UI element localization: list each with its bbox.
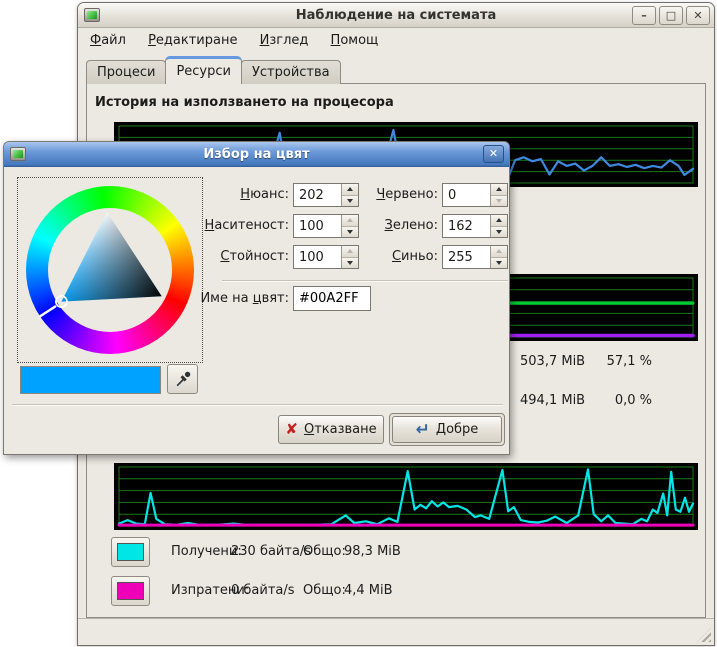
menu-edit[interactable]: Редактиране (140, 29, 245, 53)
hue-ring-marker (39, 306, 56, 317)
blue-input[interactable] (443, 246, 490, 268)
green-spin-up-button[interactable] (491, 215, 507, 226)
blue-label: Синьо: (332, 245, 438, 269)
dialog-close-button[interactable]: ✕ (483, 145, 504, 163)
eyedropper-icon (173, 369, 193, 389)
sent-total-label: Общо: (303, 576, 346, 606)
sent-rate: 0 байта/s (231, 576, 295, 606)
green-spin-down-button[interactable] (491, 226, 507, 238)
blue-spinner (442, 245, 508, 269)
received-total: 98,3 MiB (344, 537, 401, 567)
tab-devices[interactable]: Устройства (241, 60, 341, 84)
received-color-swatch (117, 543, 144, 561)
memory-used-amount: 503,7 MiB (520, 354, 585, 369)
green-label: Зелено: (332, 214, 438, 238)
cpu-section-title: История на използването на процесора (95, 95, 394, 110)
resize-grip[interactable] (697, 628, 711, 642)
window-controls: – □ ✕ (632, 6, 710, 25)
dialog-title: Избор на цвят (4, 142, 509, 167)
cancel-button-label: Отказване (304, 422, 377, 437)
network-history-chart (114, 463, 698, 530)
statusbar (78, 618, 714, 645)
red-spinner (442, 183, 508, 207)
action-separator (12, 404, 503, 406)
red-spin-down-button[interactable] (491, 195, 507, 207)
menu-view[interactable]: Изглед (252, 29, 317, 53)
ok-button[interactable]: ↵ Добре (392, 416, 502, 443)
cancel-x-icon: ✘ (285, 422, 298, 437)
swap-used-amount: 494,1 MiB (520, 393, 585, 408)
color-picker-dialog: Избор на цвят ✕ (3, 141, 510, 455)
green-input[interactable] (443, 215, 490, 237)
sent-color-button[interactable] (111, 576, 150, 606)
cancel-button[interactable]: ✘ Отказване (278, 415, 384, 444)
ok-default-ring: ↵ Добре (389, 413, 505, 446)
color-name-input[interactable] (293, 286, 371, 311)
red-input[interactable] (443, 184, 490, 206)
red-label: Червено: (332, 183, 438, 207)
memory-used-percent: 57,1 % (582, 354, 652, 369)
hue-label: Нюанс: (179, 183, 289, 207)
fields-separator (222, 280, 508, 282)
dialog-titlebar[interactable]: Избор на цвят ✕ (4, 142, 509, 167)
maximize-button[interactable]: □ (659, 6, 683, 25)
tab-processes[interactable]: Процеси (86, 60, 166, 84)
received-color-button[interactable] (111, 537, 150, 567)
color-name-label: Име на цвят: (164, 286, 289, 311)
red-spin-up-button[interactable] (491, 184, 507, 195)
ok-enter-icon: ↵ (416, 422, 430, 438)
tab-resources[interactable]: Ресурси (165, 56, 242, 84)
sent-color-swatch (117, 582, 144, 600)
received-rate: 230 байта/s (231, 537, 311, 567)
close-button[interactable]: ✕ (686, 6, 710, 25)
swap-used-percent: 0,0 % (582, 393, 652, 408)
green-spinner (442, 214, 508, 238)
menubar: Файл Редактиране Изглед Помощ (80, 29, 712, 53)
menu-file[interactable]: Файл (82, 29, 134, 53)
main-titlebar[interactable]: Наблюдение на системата – □ ✕ (78, 3, 714, 28)
color-wheel-widget (17, 177, 203, 363)
menu-help[interactable]: Помощ (323, 29, 387, 53)
ok-button-label: Добре (436, 422, 478, 437)
hsv-triangle[interactable] (26, 186, 194, 354)
color-preview (20, 366, 161, 394)
received-total-label: Общо: (303, 537, 346, 567)
sv-selector-marker (56, 296, 67, 307)
minimize-button[interactable]: – (632, 6, 656, 25)
tabstrip: Процеси Ресурси Устройства (86, 55, 340, 84)
saturation-label: Наситеност: (179, 214, 289, 238)
eyedropper-button[interactable] (167, 364, 198, 394)
blue-spin-up-button[interactable] (491, 246, 507, 257)
main-window-title: Наблюдение на системата (78, 3, 714, 28)
sent-total: 4,4 MiB (344, 576, 393, 606)
blue-spin-down-button[interactable] (491, 257, 507, 269)
value-label: Стойност: (179, 245, 289, 269)
screen: Наблюдение на системата – □ ✕ Файл Редак… (0, 0, 717, 647)
